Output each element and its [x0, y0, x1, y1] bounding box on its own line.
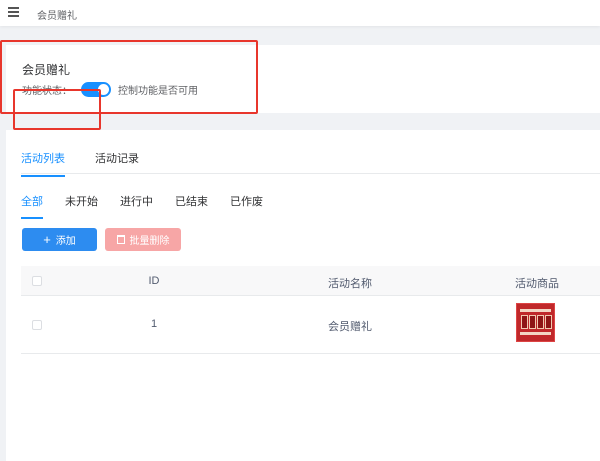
plus-icon: +: [43, 232, 51, 247]
filter-all[interactable]: 全部: [21, 193, 43, 219]
tabs-divider: [21, 173, 600, 174]
filter-not-started[interactable]: 未开始: [65, 193, 98, 219]
add-button-label: 添加: [55, 236, 76, 247]
batch-delete-button[interactable]: 批量删除: [105, 228, 181, 251]
batch-delete-label: 批量删除: [129, 236, 170, 247]
status-filter-tabs: 全部 未开始 进行中 已结束 已作废: [21, 193, 285, 219]
main-card: 活动列表 活动记录 全部 未开始 进行中 已结束 已作废 + 添加 批量删除 I…: [6, 130, 600, 461]
column-header-name: 活动名称: [328, 278, 372, 290]
hamburger-icon[interactable]: [8, 6, 20, 18]
trash-icon: [116, 235, 125, 244]
breadcrumb: 会员赠礼: [37, 11, 77, 22]
row-checkbox[interactable]: [32, 320, 42, 330]
table-header: ID 活动名称 活动商品: [21, 266, 600, 296]
filter-voided[interactable]: 已作废: [230, 193, 263, 219]
add-highlight-box: [13, 89, 101, 130]
table-row: 1 会员赠礼: [21, 296, 600, 354]
row-id: 1: [150, 318, 158, 330]
filter-ended[interactable]: 已结束: [175, 193, 208, 219]
column-header-id: ID: [148, 275, 160, 287]
column-header-goods: 活动商品: [515, 278, 559, 290]
select-all-checkbox[interactable]: [32, 276, 42, 286]
filter-in-progress[interactable]: 进行中: [120, 193, 153, 219]
add-button[interactable]: + 添加: [22, 228, 97, 251]
product-thumbnail[interactable]: [516, 303, 555, 342]
top-header: 会员赠礼: [0, 0, 600, 26]
row-activity-name: 会员赠礼: [328, 321, 372, 333]
